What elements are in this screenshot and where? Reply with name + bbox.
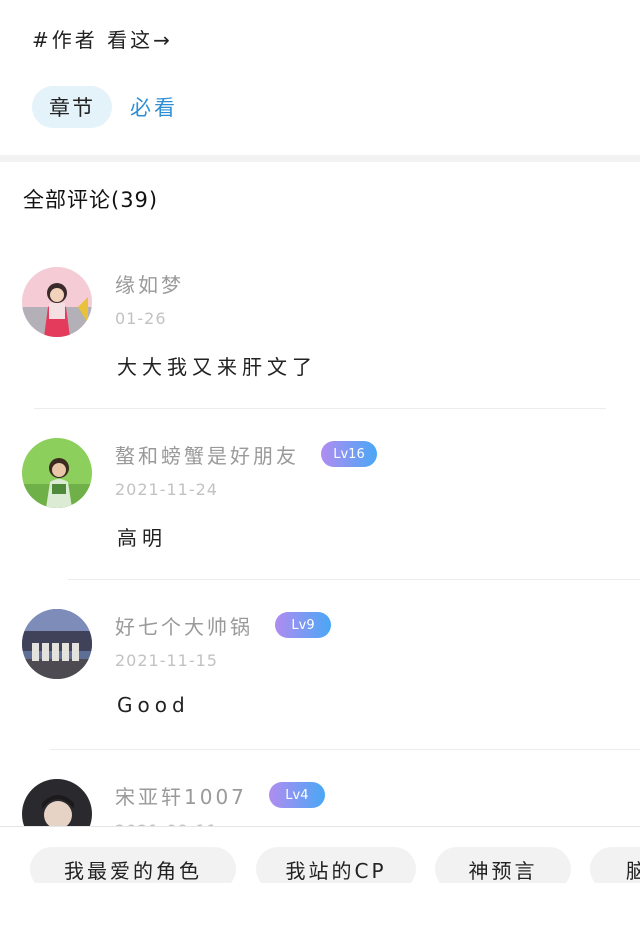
user-name[interactable]: 螯和螃蟹是好朋友 (115, 440, 299, 469)
user-name[interactable]: 宋亚轩1007 (115, 781, 247, 810)
author-notice-link[interactable]: #作者 看这→ (32, 24, 173, 53)
avatar-image (22, 609, 92, 679)
avatar-image (22, 267, 92, 337)
comments-title: 全部评论(39) (23, 188, 159, 212)
tag-row: 章节 必看 (32, 86, 178, 128)
avatar[interactable] (22, 267, 92, 337)
comment-item[interactable]: 螯和螃蟹是好朋友 Lv16 2021-11-24 高明 (0, 438, 640, 608)
topic-bar: 我最爱的角色 我站的CP 神预言 脑 (0, 826, 640, 883)
level-badge: Lv9 (275, 612, 331, 638)
topic-chip-more[interactable]: 脑 (590, 847, 640, 883)
comment-text: 大大我又来肝文了 (117, 355, 317, 379)
topic-chip-favorite-character[interactable]: 我最爱的角色 (30, 847, 236, 883)
comment-date: 2021-11-24 (115, 480, 218, 499)
comment-divider (34, 408, 606, 409)
avatar-image (22, 438, 92, 508)
topic-chip-prediction[interactable]: 神预言 (435, 847, 571, 883)
avatar[interactable] (22, 609, 92, 679)
comment-item[interactable]: 好七个大帅锅 Lv9 2021-11-15 Good (0, 609, 640, 779)
comment-date: 01-26 (115, 309, 167, 328)
name-line: 缘如梦 (115, 268, 184, 298)
must-read-tag[interactable]: 必看 (130, 92, 178, 122)
name-line: 螯和螃蟹是好朋友 Lv16 (115, 439, 377, 469)
chapter-tag[interactable]: 章节 (32, 86, 112, 128)
section-divider (0, 155, 640, 162)
comment-date: 2021-11-15 (115, 651, 218, 670)
comment-text: Good (117, 693, 190, 717)
user-name[interactable]: 缘如梦 (115, 269, 184, 298)
comment-divider (68, 579, 640, 580)
comment-divider (50, 749, 640, 750)
topic-chip-my-cp[interactable]: 我站的CP (256, 847, 416, 883)
comment-text: 高明 (117, 526, 167, 550)
avatar[interactable] (22, 438, 92, 508)
name-line: 好七个大帅锅 Lv9 (115, 610, 331, 640)
level-badge: Lv16 (321, 441, 377, 467)
level-badge: Lv4 (268, 782, 325, 808)
user-name[interactable]: 好七个大帅锅 (115, 611, 253, 640)
name-line: 宋亚轩1007 Lv4 (115, 780, 325, 810)
comment-item[interactable]: 缘如梦 01-26 大大我又来肝文了 (0, 267, 640, 437)
